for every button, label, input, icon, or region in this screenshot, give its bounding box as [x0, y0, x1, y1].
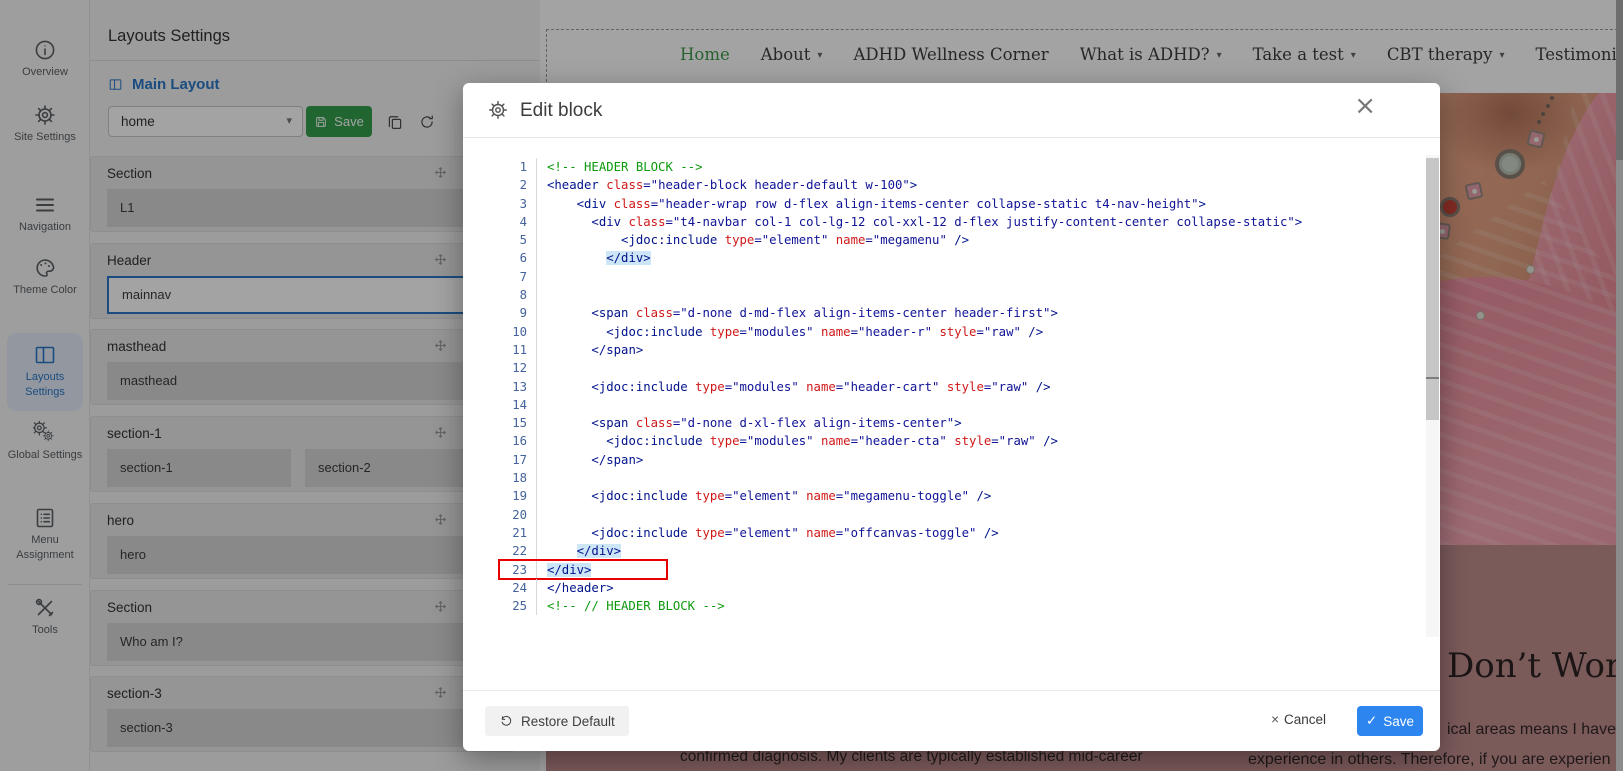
cancel-label: Cancel — [1283, 712, 1326, 727]
x-icon: × — [1271, 712, 1279, 727]
modal-title: Edit block — [520, 100, 603, 121]
line-number: 12 — [497, 359, 537, 378]
line-number: 8 — [497, 286, 537, 305]
divider — [463, 690, 1440, 691]
code-line[interactable]: 9 <span class="d-none d-md-flex align-it… — [497, 304, 1424, 323]
line-number: 10 — [497, 322, 537, 341]
line-number: 7 — [497, 267, 537, 287]
code-line[interactable]: 21 <jdoc:include type="element" name="of… — [497, 523, 1424, 543]
modal-save-label: Save — [1383, 713, 1415, 729]
code-line[interactable]: 2 <header class="header-block header-defa… — [497, 176, 1424, 195]
code-text: </div> — [606, 251, 651, 266]
line-number: 25 — [497, 597, 537, 616]
line-number: 24 — [497, 578, 537, 598]
code-text: <jdoc:include type="element" name="offca… — [591, 525, 999, 540]
line-number: 20 — [497, 505, 537, 524]
code-line[interactable]: 19 <jdoc:include type="element" name="me… — [497, 487, 1424, 506]
code-line[interactable]: 3 <div class="header-wrap row d-flex ali… — [497, 194, 1424, 213]
code-line[interactable]: 13 <jdoc:include type="modules" name="he… — [497, 377, 1424, 396]
code-text: <jdoc:include type="modules" name="heade… — [606, 434, 1058, 449]
cancel-button[interactable]: × Cancel — [1271, 712, 1326, 727]
code-line[interactable]: 7 — [497, 267, 1424, 287]
code-line[interactable]: 1 <!-- HEADER BLOCK --> — [497, 158, 1424, 177]
code-line[interactable]: 11 </span> — [497, 340, 1424, 360]
line-number: 22 — [497, 542, 537, 561]
modal-save-button[interactable]: ✓ Save — [1357, 706, 1423, 736]
editor-scrollbar-mark — [1426, 377, 1439, 379]
line-number: 1 — [497, 158, 537, 177]
code-text: <header class="header-block header-defau… — [547, 178, 918, 193]
line-number: 14 — [497, 395, 537, 415]
code-line[interactable]: 14 — [497, 395, 1424, 415]
code-text: <div class="t4-navbar col-1 col-lg-12 co… — [591, 214, 1303, 229]
code-line[interactable]: 25 <!-- // HEADER BLOCK --> — [497, 597, 1424, 616]
code-line[interactable]: 24 </header> — [497, 578, 1424, 598]
restore-default-label: Restore Default — [521, 713, 615, 729]
code-text: <jdoc:include type="element" name="megam… — [621, 233, 970, 248]
code-line[interactable]: 8 — [497, 286, 1424, 305]
line-number: 6 — [497, 249, 537, 268]
line-number: 23 — [497, 560, 537, 579]
line-number: 3 — [497, 194, 537, 213]
code-line[interactable]: 16 <jdoc:include type="modules" name="he… — [497, 432, 1424, 451]
code-text: <span class="d-none d-xl-flex align-item… — [591, 416, 962, 431]
line-number: 4 — [497, 212, 537, 232]
editor-scrollbar[interactable] — [1426, 155, 1439, 637]
code-line[interactable]: 18 — [497, 469, 1424, 488]
code-text: <!-- HEADER BLOCK --> — [547, 160, 703, 174]
edit-block-modal: Edit block × 1 <!-- HEADER BLOCK --> 2 <hea… — [463, 83, 1440, 751]
code-text: </span> — [591, 452, 644, 467]
line-number: 19 — [497, 487, 537, 506]
code-line[interactable]: 5 <jdoc:include type="element" name="meg… — [497, 231, 1424, 250]
code-line[interactable]: 23 </div> — [497, 558, 1424, 580]
code-text: </header> — [547, 580, 614, 595]
app-window: Home About ▾ ADHD Wellness Corner What is AD… — [0, 0, 1623, 771]
check-icon: ✓ — [1365, 713, 1378, 728]
code-line[interactable]: 10 <jdoc:include type="modules" name="he… — [497, 322, 1424, 341]
code-editor[interactable]: 1 <!-- HEADER BLOCK --> 2 <header class="he… — [497, 152, 1424, 640]
code-line[interactable]: 12 — [497, 359, 1424, 378]
code-line[interactable]: 17 </span> — [497, 450, 1424, 470]
line-number: 13 — [497, 377, 537, 396]
code-line[interactable]: 15 <span class="d-none d-xl-flex align-i… — [497, 414, 1424, 433]
editor-scrollbar-thumb[interactable] — [1426, 158, 1439, 420]
code-text: <jdoc:include type="modules" name="heade… — [606, 324, 1044, 339]
code-text: <jdoc:include type="element" name="megam… — [591, 489, 992, 504]
line-number: 11 — [497, 340, 537, 360]
code-text: <!-- // HEADER BLOCK --> — [547, 599, 725, 614]
line-number: 5 — [497, 231, 537, 250]
code-text: <span class="d-none d-md-flex align-item… — [591, 306, 1058, 321]
code-text: <div class="header-wrap row d-flex align… — [576, 196, 1206, 211]
line-number: 21 — [497, 523, 537, 543]
code-text: <jdoc:include type="modules" name="heade… — [591, 379, 1051, 394]
line-number: 18 — [497, 469, 537, 488]
line-number: 2 — [497, 176, 537, 195]
code-line[interactable]: 20 — [497, 505, 1424, 524]
line-number: 17 — [497, 450, 537, 470]
divider — [463, 137, 1440, 138]
code-line[interactable]: 4 <div class="t4-navbar col-1 col-lg-12 … — [497, 212, 1424, 232]
code-line[interactable]: 22 </div> — [497, 542, 1424, 561]
code-text: </div> — [547, 562, 592, 577]
close-icon[interactable]: × — [1354, 93, 1376, 119]
code-text: </div> — [576, 544, 622, 559]
line-number: 9 — [497, 304, 537, 323]
line-number: 16 — [497, 432, 537, 451]
code-line[interactable]: 6 </div> — [497, 249, 1424, 268]
line-number: 15 — [497, 414, 537, 433]
gear-icon — [487, 99, 509, 121]
restore-icon — [499, 714, 514, 729]
restore-default-button[interactable]: Restore Default — [485, 706, 629, 736]
code-text: </span> — [591, 342, 644, 357]
